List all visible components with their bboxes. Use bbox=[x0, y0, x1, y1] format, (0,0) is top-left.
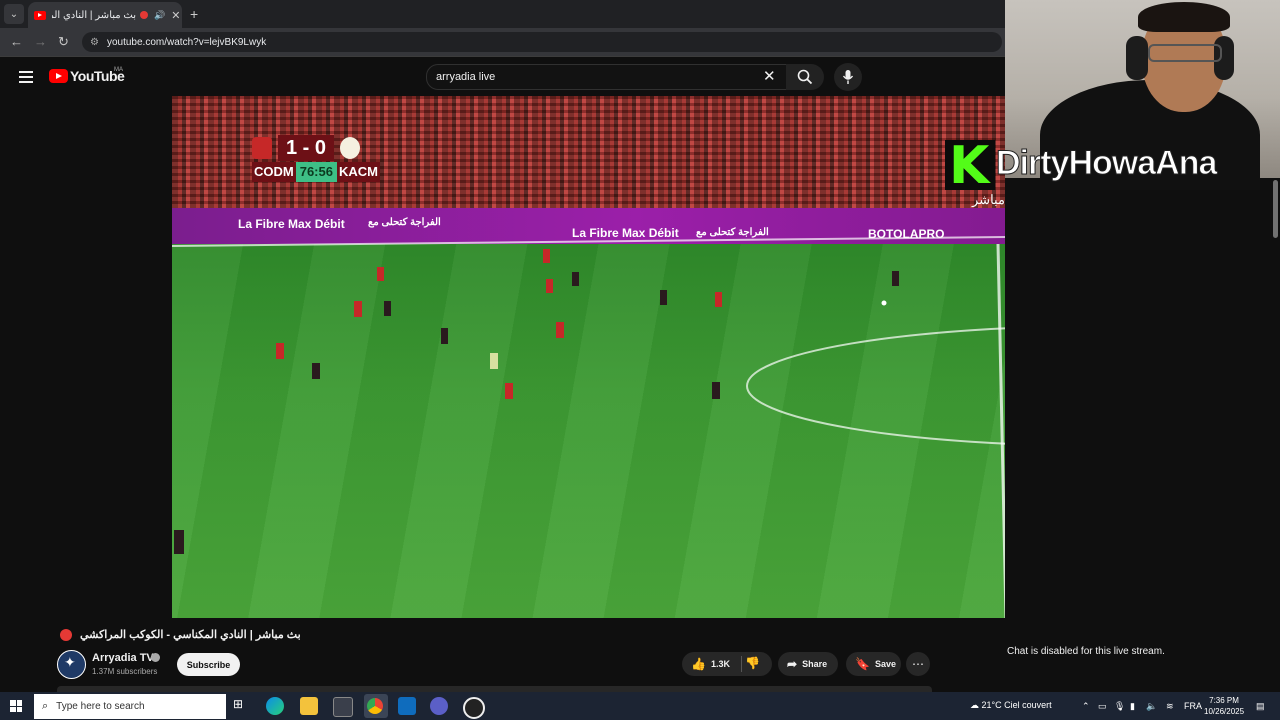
save-button[interactable]: 🔖 Save bbox=[846, 652, 901, 676]
share-label: Share bbox=[802, 659, 828, 669]
taskbar-search-placeholder: Type here to search bbox=[56, 701, 145, 712]
divider bbox=[740, 656, 742, 672]
kick-logo-icon: K bbox=[945, 136, 995, 196]
streamer-name-overlay: DirtyHowaAna bbox=[995, 144, 1217, 183]
address-bar[interactable]: ⚙ youtube.com/watch?v=lejvBK9Lwyk bbox=[82, 32, 1002, 52]
clear-search-icon[interactable]: ✕ bbox=[763, 67, 776, 85]
page-scrollbar[interactable] bbox=[1273, 180, 1278, 238]
speaker-icon[interactable]: 🔈 bbox=[1146, 701, 1157, 712]
chevron-up-icon[interactable]: ⌃ bbox=[1082, 701, 1090, 712]
taskbar-search-input[interactable]: ⌕ Type here to search bbox=[34, 694, 226, 719]
audio-playing-icon[interactable]: 🔊 bbox=[154, 10, 165, 21]
away-team-code: KACM bbox=[336, 162, 380, 182]
away-team-crest-icon bbox=[340, 137, 361, 159]
store-icon[interactable] bbox=[333, 697, 353, 717]
search-icon: ⌕ bbox=[42, 700, 49, 712]
microphone-tray-icon[interactable]: 🎙 bbox=[1114, 701, 1125, 712]
task-view-icon[interactable]: ⊞ bbox=[233, 697, 251, 715]
search-input[interactable]: arryadia live bbox=[426, 64, 788, 90]
network-icon[interactable]: ▭ bbox=[1098, 701, 1107, 712]
like-count: 1.3K bbox=[710, 659, 730, 669]
search-icon bbox=[797, 69, 813, 85]
search-query: arryadia live bbox=[436, 71, 496, 83]
thumbs-down-icon[interactable]: 👎 bbox=[745, 656, 760, 670]
tab-title: بث مباشر | النادي المكناسي bbox=[52, 9, 136, 21]
url-text: youtube.com/watch?v=lejvBK9Lwyk bbox=[106, 36, 267, 48]
headset-icon bbox=[1126, 36, 1148, 80]
save-label: Save bbox=[874, 659, 896, 669]
recording-indicator-icon bbox=[140, 11, 148, 19]
live-icon bbox=[60, 628, 72, 641]
chrome-icon bbox=[367, 698, 383, 714]
outlook-icon[interactable] bbox=[398, 697, 416, 715]
voice-search-button[interactable] bbox=[834, 63, 862, 91]
secondary-column bbox=[1005, 178, 1280, 690]
weather-widget[interactable]: ☁ 21°C Ciel couvert bbox=[970, 700, 1052, 711]
thumbs-up-icon: 👍 bbox=[691, 657, 706, 671]
youtube-favicon-icon bbox=[34, 10, 46, 20]
share-button[interactable]: ➦ Share bbox=[778, 652, 838, 676]
wifi-icon[interactable]: ≋ bbox=[1166, 701, 1174, 712]
obs-icon[interactable] bbox=[463, 697, 485, 719]
search-button[interactable] bbox=[786, 64, 824, 90]
input-language[interactable]: FRA bbox=[1184, 701, 1202, 711]
video-title-row: بث مباشر | النادي المكناسي - الكوكب المر… bbox=[60, 628, 301, 641]
video-title: بث مباشر | النادي المكناسي - الكوكب المر… bbox=[80, 629, 301, 641]
site-info-icon[interactable]: ⚙ bbox=[90, 37, 99, 48]
channel-name[interactable]: Arryadia TV bbox=[92, 652, 154, 664]
bookmark-icon: 🔖 bbox=[855, 657, 870, 671]
channel-avatar[interactable] bbox=[57, 650, 86, 679]
reload-icon[interactable]: ↻ bbox=[58, 34, 69, 50]
clock-date: 10/26/2025 bbox=[1204, 707, 1245, 716]
scoreboard: 1 - 0 CODM 76:56 KACM bbox=[252, 134, 402, 186]
webcam-hair bbox=[1138, 2, 1230, 32]
active-tab[interactable]: بث مباشر | النادي المكناسي 🔊 ✕ bbox=[28, 2, 182, 28]
menu-icon[interactable] bbox=[19, 71, 33, 86]
match-score: 1 - 0 bbox=[278, 135, 335, 161]
home-team-crest-icon bbox=[252, 137, 272, 159]
battery-icon[interactable]: ▮ bbox=[1130, 701, 1135, 712]
notification-icon[interactable]: ▤ bbox=[1256, 701, 1265, 712]
messenger-icon[interactable] bbox=[430, 697, 448, 715]
cloud-icon: ☁ bbox=[970, 700, 979, 710]
weather-text: Ciel couvert bbox=[1004, 700, 1052, 710]
file-explorer-icon[interactable] bbox=[300, 697, 318, 715]
subscriber-count: 1.37M subscribers bbox=[92, 667, 158, 676]
back-arrow-icon[interactable]: ← bbox=[10, 34, 23, 49]
clock-time: 7:36 PM bbox=[1209, 696, 1239, 705]
streamer-sub-overlay: مباشر bbox=[972, 192, 1005, 207]
microphone-icon bbox=[842, 70, 854, 84]
more-actions-icon[interactable]: ⋯ bbox=[906, 652, 930, 676]
country-code: MA bbox=[114, 67, 123, 73]
verified-badge-icon bbox=[151, 653, 160, 662]
windows-start-icon[interactable] bbox=[10, 700, 22, 712]
new-tab-button[interactable]: + bbox=[190, 6, 198, 22]
temperature: 21°C bbox=[981, 700, 1002, 710]
edge-icon[interactable] bbox=[266, 697, 284, 715]
taskbar-clock[interactable]: 7:36 PM 10/26/2025 bbox=[1204, 695, 1244, 717]
match-clock: 76:56 bbox=[295, 162, 337, 182]
close-tab-icon[interactable]: ✕ bbox=[171, 9, 180, 22]
home-team-code: CODM bbox=[252, 162, 296, 182]
chat-disabled-message: Chat is disabled for this live stream. bbox=[1007, 646, 1165, 657]
tab-search-dropdown[interactable]: ⌄ bbox=[4, 4, 24, 24]
subscribe-button[interactable]: Subscribe bbox=[177, 653, 240, 676]
share-arrow-icon: ➦ bbox=[787, 657, 798, 671]
glasses-icon bbox=[1148, 44, 1222, 62]
youtube-logo-icon[interactable] bbox=[49, 69, 68, 83]
forward-arrow-icon[interactable]: → bbox=[34, 34, 47, 49]
